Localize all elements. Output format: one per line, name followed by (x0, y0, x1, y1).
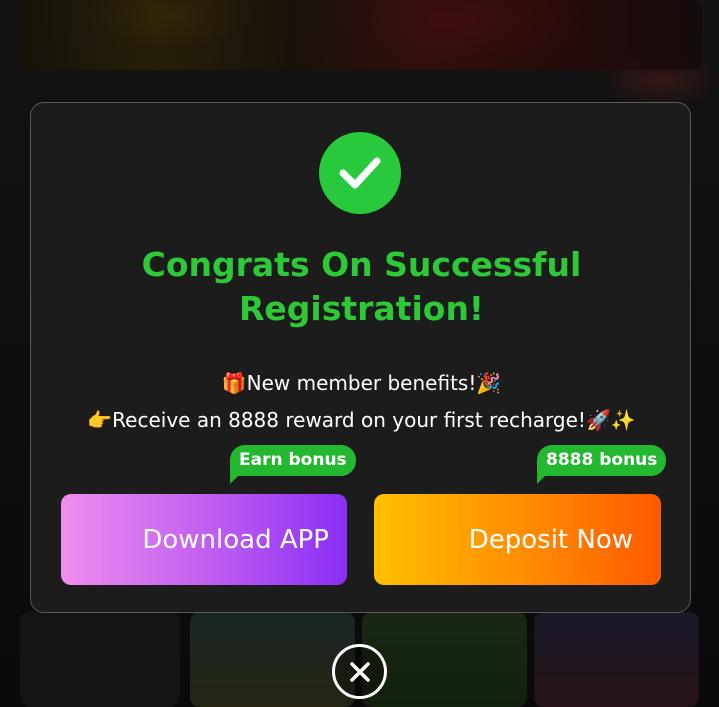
background-game-tile (362, 612, 527, 707)
benefits-line-1: 🎁New member benefits!🎉 (51, 365, 672, 402)
benefits-line-2: 👉Receive an 8888 reward on your first re… (51, 402, 672, 439)
background-game-tile (20, 612, 180, 707)
deposit-now-label: Deposit Now (468, 524, 633, 555)
close-icon (349, 661, 370, 682)
background-game-tile (190, 612, 355, 707)
checkmark-icon (339, 157, 381, 189)
benefits-text: 🎁New member benefits!🎉 👉Receive an 8888 … (51, 365, 672, 439)
benefits-line-1-text: New member benefits! (246, 371, 477, 395)
background-banner (18, 0, 702, 70)
download-app-label: Download APP (142, 524, 329, 555)
title-line-1: Congrats On Successful (141, 245, 582, 284)
modal-title: Congrats On Successful Registration! (91, 243, 632, 331)
registration-success-modal: Congrats On Successful Registration! 🎁Ne… (30, 102, 691, 613)
deposit-bonus-tag: 8888 bonus (537, 445, 667, 484)
earn-bonus-tag: Earn bonus (230, 445, 356, 484)
party-popper-icon: 🎉 (476, 371, 502, 395)
rocket-sparkles-icon: 🚀✨ (585, 408, 636, 432)
pointing-hand-icon: 👉 (87, 408, 113, 432)
background-game-tile (534, 612, 699, 707)
gift-icon: 🎁 (221, 371, 247, 395)
check-circle-icon (319, 132, 401, 214)
benefits-line-2-text: Receive an 8888 reward on your first rec… (112, 408, 586, 432)
download-app-button[interactable]: Download APP (61, 494, 347, 585)
deposit-now-button[interactable]: Deposit Now (374, 494, 661, 585)
title-line-2: Registration! (239, 289, 484, 328)
close-modal-button[interactable] (332, 644, 387, 699)
